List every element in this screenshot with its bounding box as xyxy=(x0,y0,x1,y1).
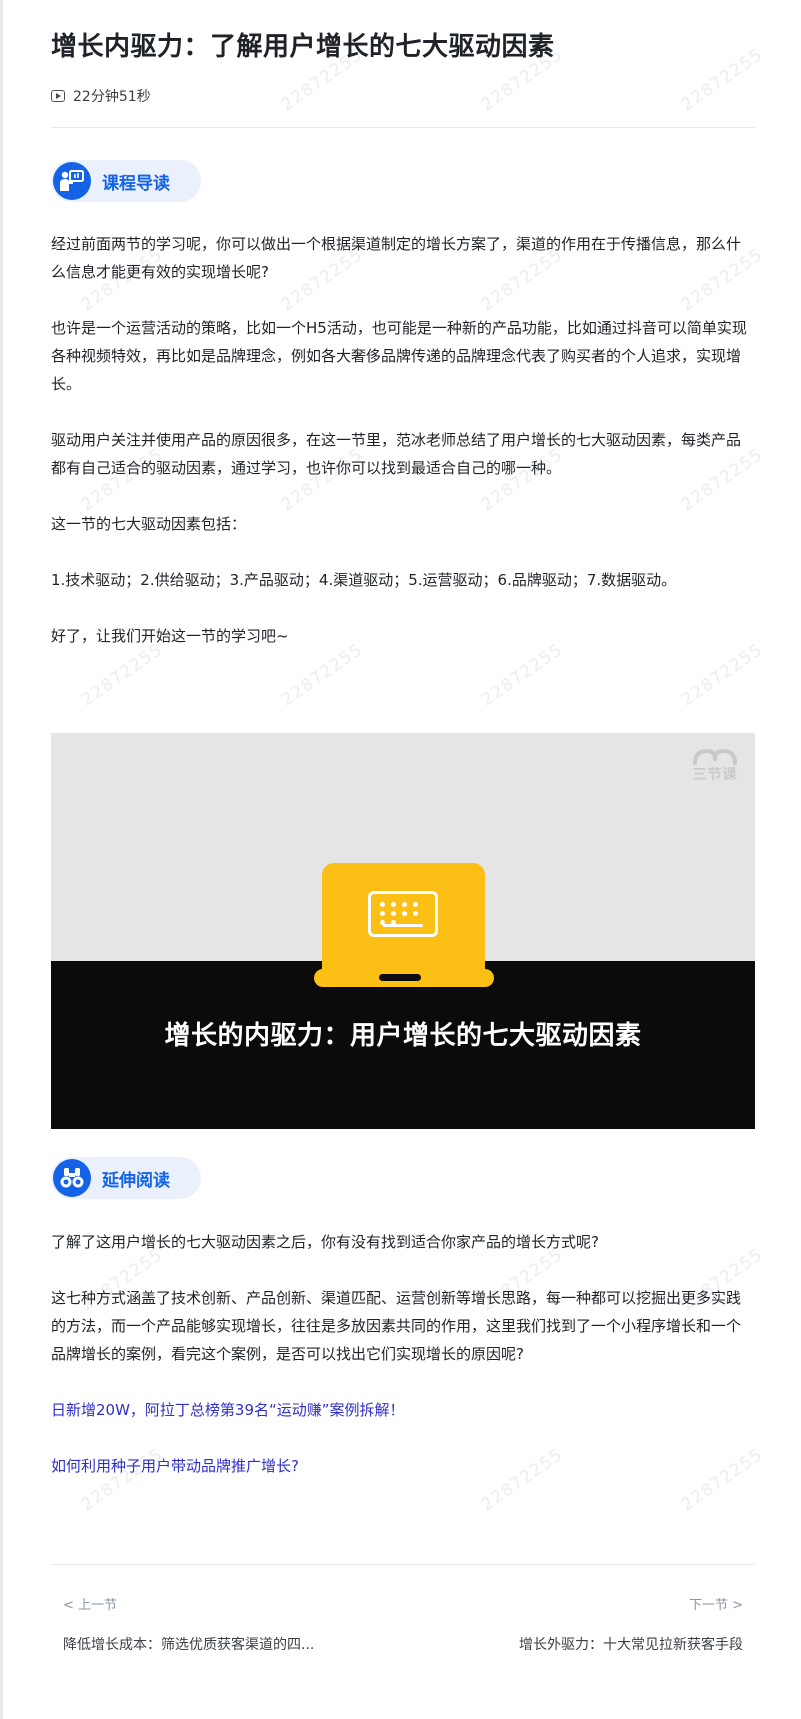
next-lesson-button[interactable]: 下一节 > xyxy=(689,1594,743,1613)
prev-lesson-button[interactable]: < 上一节 xyxy=(63,1594,117,1613)
guide-paragraph: 好了，让我们开始这一节的学习吧~ xyxy=(51,627,289,645)
watermark: 22872255 xyxy=(677,44,767,116)
video-player[interactable]: 三节课 增长的内驱力：用户增长的七大驱动因素 xyxy=(51,733,755,1129)
video-play-icon xyxy=(51,90,65,102)
watermark: 22872255 xyxy=(277,639,367,711)
extended-reading-header: 延伸阅读 xyxy=(51,1157,201,1199)
reading-paragraph: 了解了这用户增长的七大驱动因素之后，你有没有找到适合你家产品的增长方式呢? xyxy=(51,1233,599,1251)
guide-paragraph: 也许是一个运营活动的策略，比如一个H5活动，也可能是一种新的产品功能，比如通过抖… xyxy=(51,319,747,393)
guide-teacher-icon xyxy=(53,162,91,200)
prev-lesson-title[interactable]: 降低增长成本：筛选优质获客渠道的四... xyxy=(63,1634,314,1654)
guide-paragraph: 1.技术驱动；2.供给驱动；3.产品驱动；4.渠道驱动；5.运营驱动；6.品牌驱… xyxy=(51,571,677,589)
video-title: 增长的内驱力：用户增长的七大驱动因素 xyxy=(164,1021,642,1051)
binoculars-icon xyxy=(53,1159,91,1197)
reading-paragraph: 这七种方式涵盖了技术创新、产品创新、渠道匹配、运营创新等增长思路，每一种都可以挖… xyxy=(51,1289,742,1363)
keyboard-icon xyxy=(368,891,438,937)
sanjieke-logo: 三节课 xyxy=(689,745,741,785)
header-divider xyxy=(51,127,755,128)
watermark: 22872255 xyxy=(477,639,567,711)
extended-reading-label: 延伸阅读 xyxy=(102,1170,170,1191)
laptop-icon xyxy=(322,863,485,973)
video-duration: 22分钟51秒 xyxy=(51,86,151,106)
guide-paragraph: 这一节的七大驱动因素包括： xyxy=(51,515,247,533)
watermark: 22872255 xyxy=(677,1444,767,1516)
laptop-notch xyxy=(379,974,421,981)
watermark: 22872255 xyxy=(477,1444,567,1516)
course-guide-header: 课程导读 xyxy=(51,160,201,202)
logo-text: 三节课 xyxy=(692,767,738,783)
next-lesson-title[interactable]: 增长外驱力：十大常见拉新获客手段 xyxy=(519,1634,743,1654)
course-guide-label: 课程导读 xyxy=(102,173,170,194)
guide-paragraph: 经过前面两节的学习呢，你可以做出一个根据渠道制定的增长方案了，渠道的作用在于传播… xyxy=(51,235,742,281)
guide-paragraph: 驱动用户关注并使用产品的原因很多，在这一节里，范冰老师总结了用户增长的七大驱动因… xyxy=(51,431,742,477)
case-link-seed-users[interactable]: 如何利用种子用户带动品牌推广增长? xyxy=(51,1452,299,1480)
footer-divider xyxy=(51,1564,755,1565)
duration-text: 22分钟51秒 xyxy=(73,89,151,105)
watermark: 22872255 xyxy=(77,639,167,711)
watermark: 22872255 xyxy=(677,639,767,711)
case-link-yundongzhuan[interactable]: 日新增20W，阿拉丁总榜第39名“运动赚”案例拆解！ xyxy=(51,1396,405,1424)
left-edge-border xyxy=(0,0,3,1719)
page-title: 增长内驱力：了解用户增长的七大驱动因素 xyxy=(51,32,555,62)
